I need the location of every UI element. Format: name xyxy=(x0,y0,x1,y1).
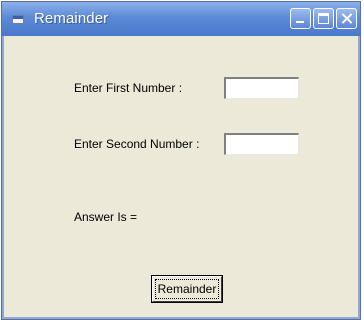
window-title: Remainder xyxy=(34,10,109,27)
first-number-input[interactable] xyxy=(224,77,299,99)
remainder-button-label: Remainder xyxy=(155,279,219,299)
remainder-button[interactable]: Remainder xyxy=(152,276,222,302)
close-icon[interactable] xyxy=(336,8,357,29)
second-number-label: Enter Second Number : xyxy=(74,137,200,151)
second-number-input[interactable] xyxy=(224,133,299,155)
minimize-icon[interactable] xyxy=(290,8,311,29)
answer-label: Answer Is = xyxy=(74,210,138,224)
maximize-icon[interactable] xyxy=(313,8,334,29)
form-window-icon[interactable] xyxy=(12,15,24,24)
remainder-window: Remainder Enter First Number : Enter Sec… xyxy=(1,1,361,320)
first-number-label: Enter First Number : xyxy=(74,81,183,95)
title-bar[interactable]: Remainder xyxy=(2,2,360,36)
